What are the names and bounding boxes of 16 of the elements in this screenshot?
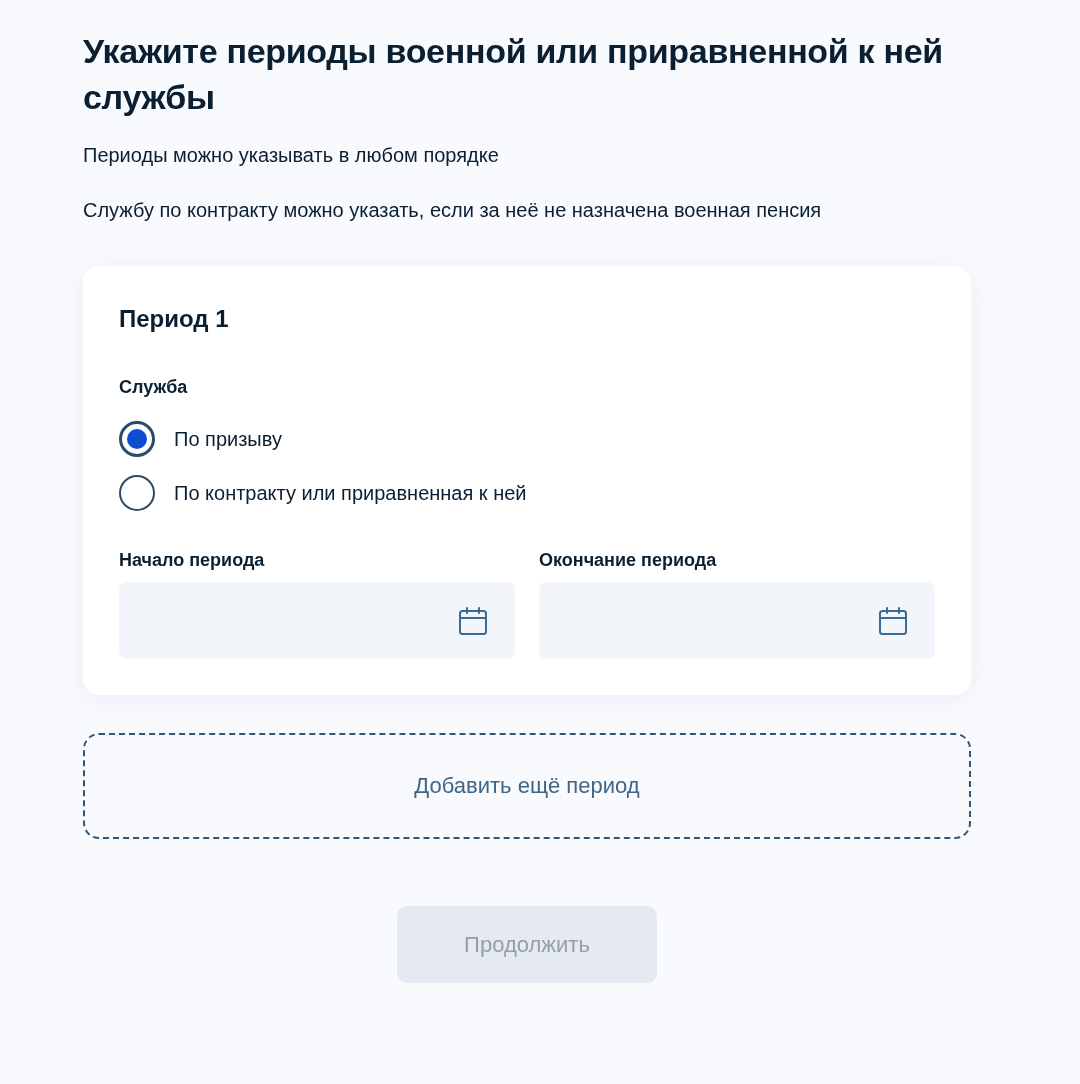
hint-text: Периоды можно указывать в любом порядке (83, 143, 499, 168)
calendar-icon[interactable] (459, 606, 487, 635)
period-title: Период 1 (119, 304, 229, 334)
date-input-field[interactable] (539, 582, 935, 659)
hint-text: Службу по контракту можно указать, если за неё не назначена военная пенсия (83, 198, 822, 223)
radio-label[interactable]: По призыву (174, 425, 282, 453)
service-label: Служба (119, 376, 188, 399)
radio-button[interactable] (119, 421, 155, 457)
page-heading: Укажите периоды военной или приравненной к ней службы (83, 31, 944, 118)
radio-button[interactable] (119, 475, 155, 511)
date-label: Окончание периода (539, 549, 717, 572)
radio-label[interactable]: По контракту или приравненная к ней (174, 479, 527, 507)
date-input-field[interactable] (119, 582, 515, 659)
add-period-button[interactable]: Добавить ещё период (83, 733, 971, 839)
calendar-icon[interactable] (879, 606, 907, 635)
date-label: Начало периода (119, 549, 265, 572)
